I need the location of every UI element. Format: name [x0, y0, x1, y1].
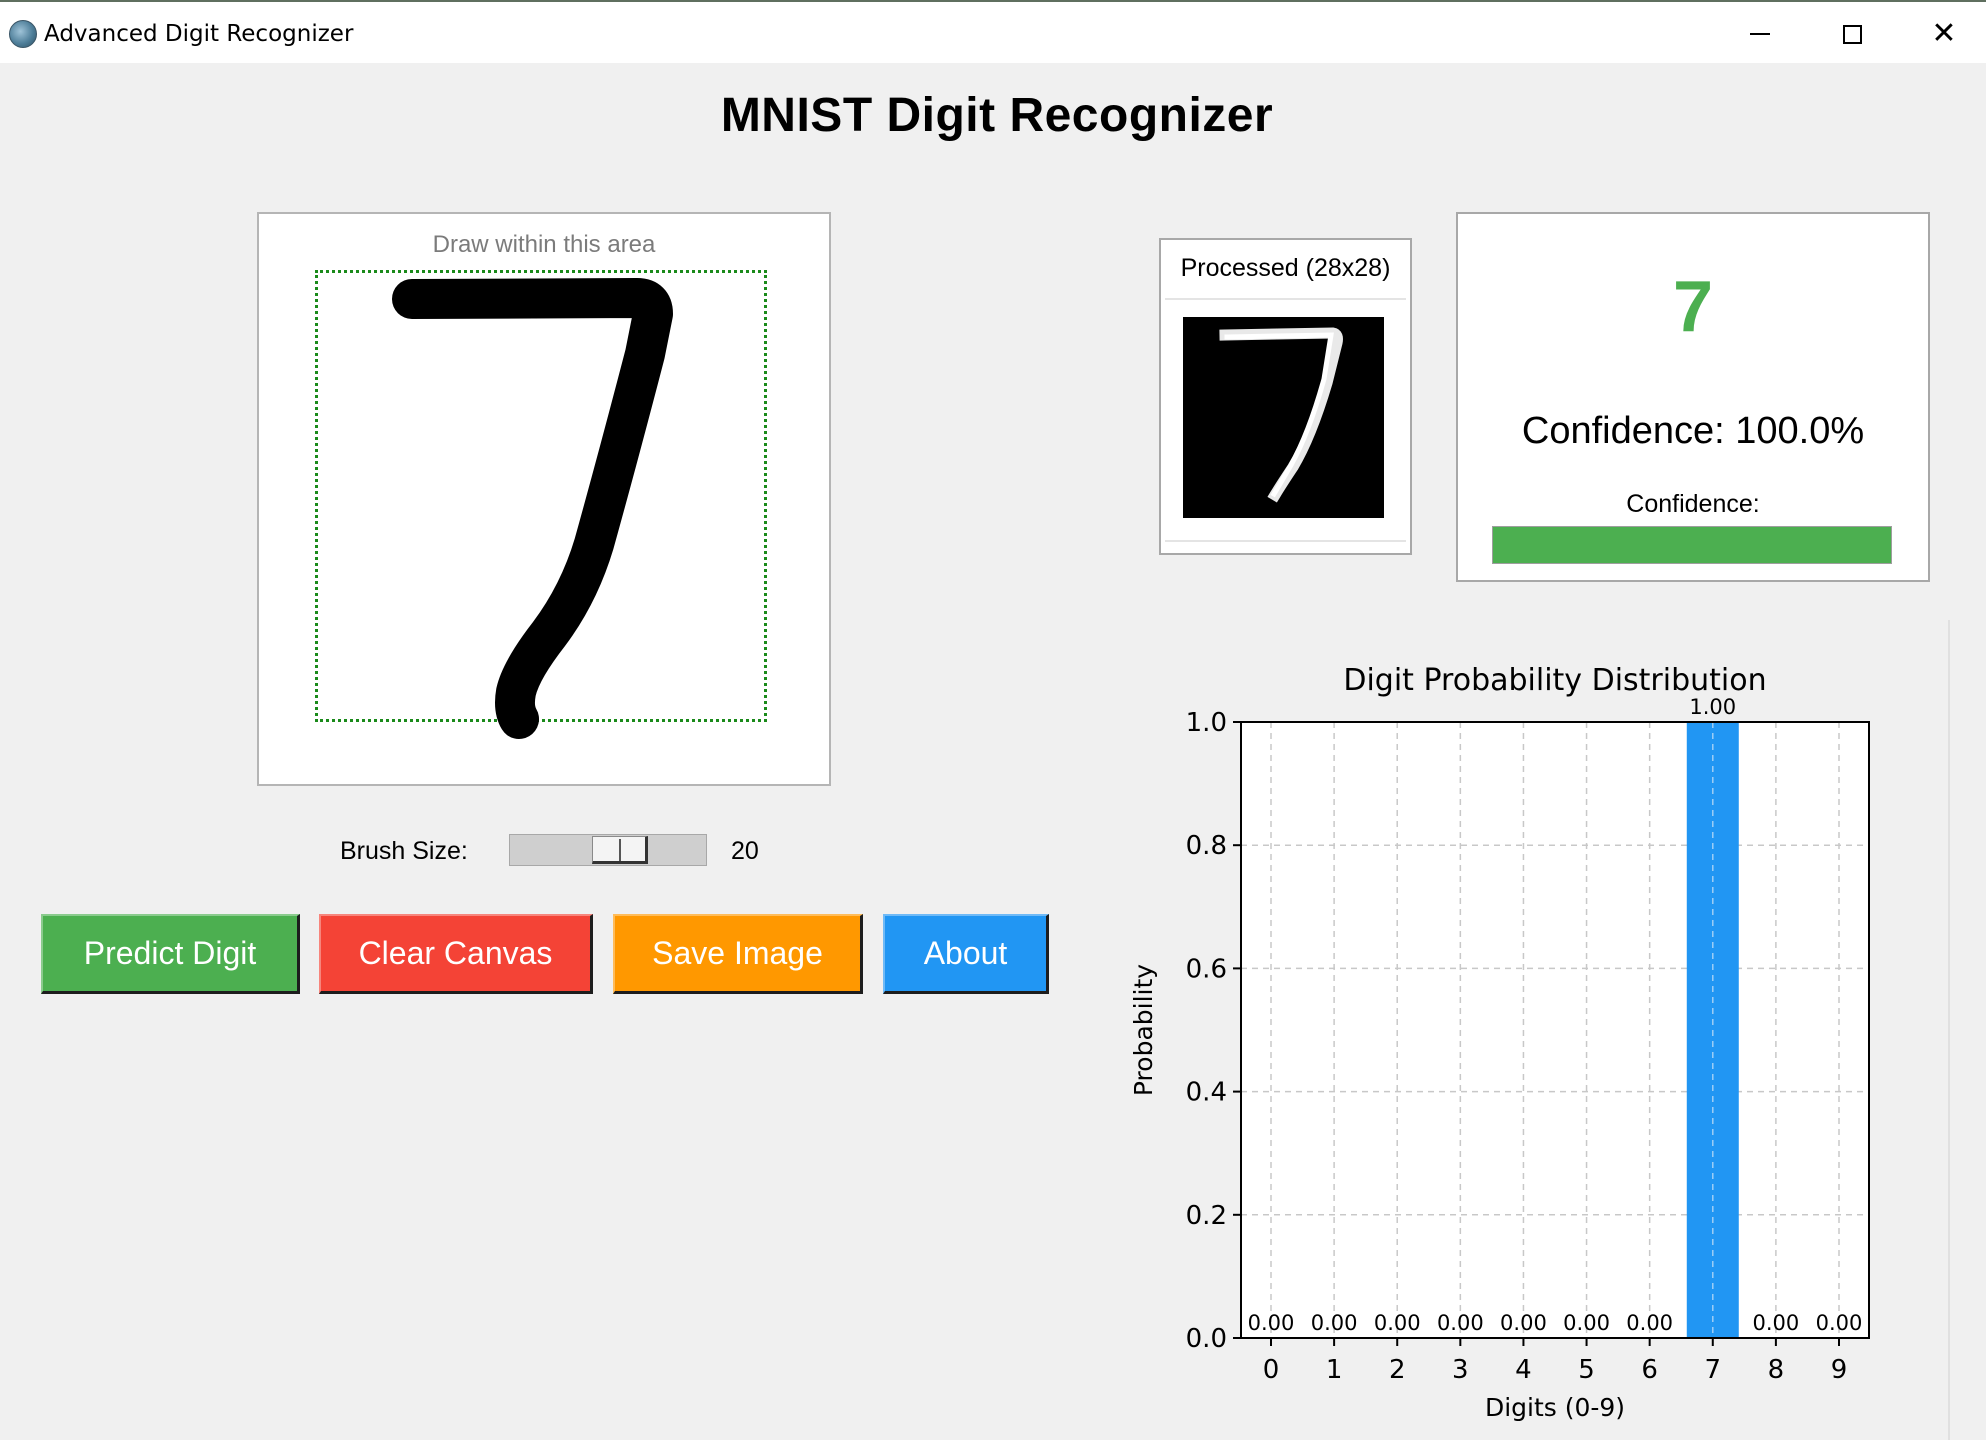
x-axis-label: Digits (0-9) — [1485, 1393, 1625, 1422]
processed-image — [1183, 317, 1384, 518]
data-label: 0.00 — [1500, 1311, 1547, 1335]
maximize-button[interactable] — [1806, 6, 1898, 62]
close-button[interactable]: ✕ — [1898, 6, 1986, 62]
x-tick-label: 6 — [1641, 1355, 1658, 1385]
title-bar: Advanced Digit Recognizer ✕ — [0, 0, 1986, 63]
brush-slider-handle[interactable] — [592, 836, 648, 864]
x-tick-label: 2 — [1389, 1355, 1406, 1385]
plot-area — [1241, 722, 1869, 1338]
y-tick-label: 0.8 — [1186, 831, 1227, 861]
processed-digit-image — [1219, 327, 1343, 503]
confidence-label: Confidence: — [1626, 490, 1760, 518]
y-axis-label: Probability — [1129, 964, 1158, 1096]
page-title: MNIST Digit Recognizer — [720, 89, 1274, 142]
save-image-button[interactable]: Save Image — [613, 914, 863, 994]
confidence-text: Confidence: 100.0% — [1521, 410, 1865, 452]
maximize-icon — [1842, 24, 1862, 44]
x-tick-label: 8 — [1768, 1355, 1785, 1385]
data-label: 0.00 — [1626, 1311, 1673, 1335]
app-icon — [9, 20, 37, 48]
confidence-bar — [1492, 526, 1892, 564]
x-tick-label: 0 — [1263, 1355, 1280, 1385]
result-panel: 7 Confidence: 100.0% Confidence: — [1456, 212, 1930, 582]
processed-divider — [1165, 298, 1406, 300]
close-icon: ✕ — [1931, 16, 1957, 51]
data-label: 0.00 — [1374, 1311, 1421, 1335]
predicted-digit: 7 — [1672, 267, 1714, 347]
window-title: Advanced Digit Recognizer — [44, 21, 354, 47]
y-tick-label: 0.0 — [1186, 1324, 1227, 1354]
data-label: 0.00 — [1753, 1311, 1800, 1335]
data-label: 0.00 — [1437, 1311, 1484, 1335]
processed-title: Processed (28x28) — [1180, 254, 1391, 282]
confidence-bar-fill — [1493, 527, 1891, 563]
drawing-canvas[interactable]: Draw within this area — [257, 212, 831, 786]
y-tick-label: 0.6 — [1186, 954, 1227, 984]
minimize-button[interactable] — [1714, 6, 1806, 62]
x-tick-label: 9 — [1831, 1355, 1848, 1385]
x-tick-label: 4 — [1515, 1355, 1532, 1385]
x-tick-label: 5 — [1578, 1355, 1595, 1385]
data-label: 1.00 — [1689, 695, 1736, 719]
data-label: 0.00 — [1248, 1311, 1295, 1335]
y-tick-label: 0.4 — [1186, 1078, 1227, 1108]
brush-size-value: 20 — [731, 837, 759, 865]
minimize-icon — [1750, 33, 1770, 35]
about-button[interactable]: About — [883, 914, 1049, 994]
probability-chart: 0.0 0.2 0.4 0.6 0.8 1.0 0 1 2 3 4 5 6 7 8 9 0.00 0.00 0.00… — [1120, 620, 1950, 1440]
processed-bottom-divider — [1165, 540, 1406, 542]
probability-chart-svg: 0.00.20.40.60.81.00 1 2 3 4 5 6 7 8 90.00 0.00 0.00… — [1129, 663, 1870, 1422]
brush-size-slider[interactable] — [509, 834, 707, 866]
chart-title: Digit Probability Distribution — [1343, 663, 1766, 698]
predict-digit-button[interactable]: Predict Digit — [41, 914, 300, 994]
y-tick-label: 0.2 — [1186, 1201, 1227, 1231]
x-tick-label: 1 — [1326, 1355, 1343, 1385]
processed-panel: Processed (28x28) — [1159, 238, 1412, 555]
x-tick-label: 7 — [1705, 1355, 1722, 1385]
data-label: 0.00 — [1563, 1311, 1610, 1335]
clear-canvas-button[interactable]: Clear Canvas — [319, 914, 593, 994]
data-label: 0.00 — [1311, 1311, 1358, 1335]
data-label: 0.00 — [1816, 1311, 1863, 1335]
x-tick-label: 3 — [1452, 1355, 1469, 1385]
y-tick-label: 1.0 — [1186, 708, 1227, 738]
brush-size-label: Brush Size: — [340, 837, 468, 865]
drawn-digit-stroke — [392, 278, 673, 739]
